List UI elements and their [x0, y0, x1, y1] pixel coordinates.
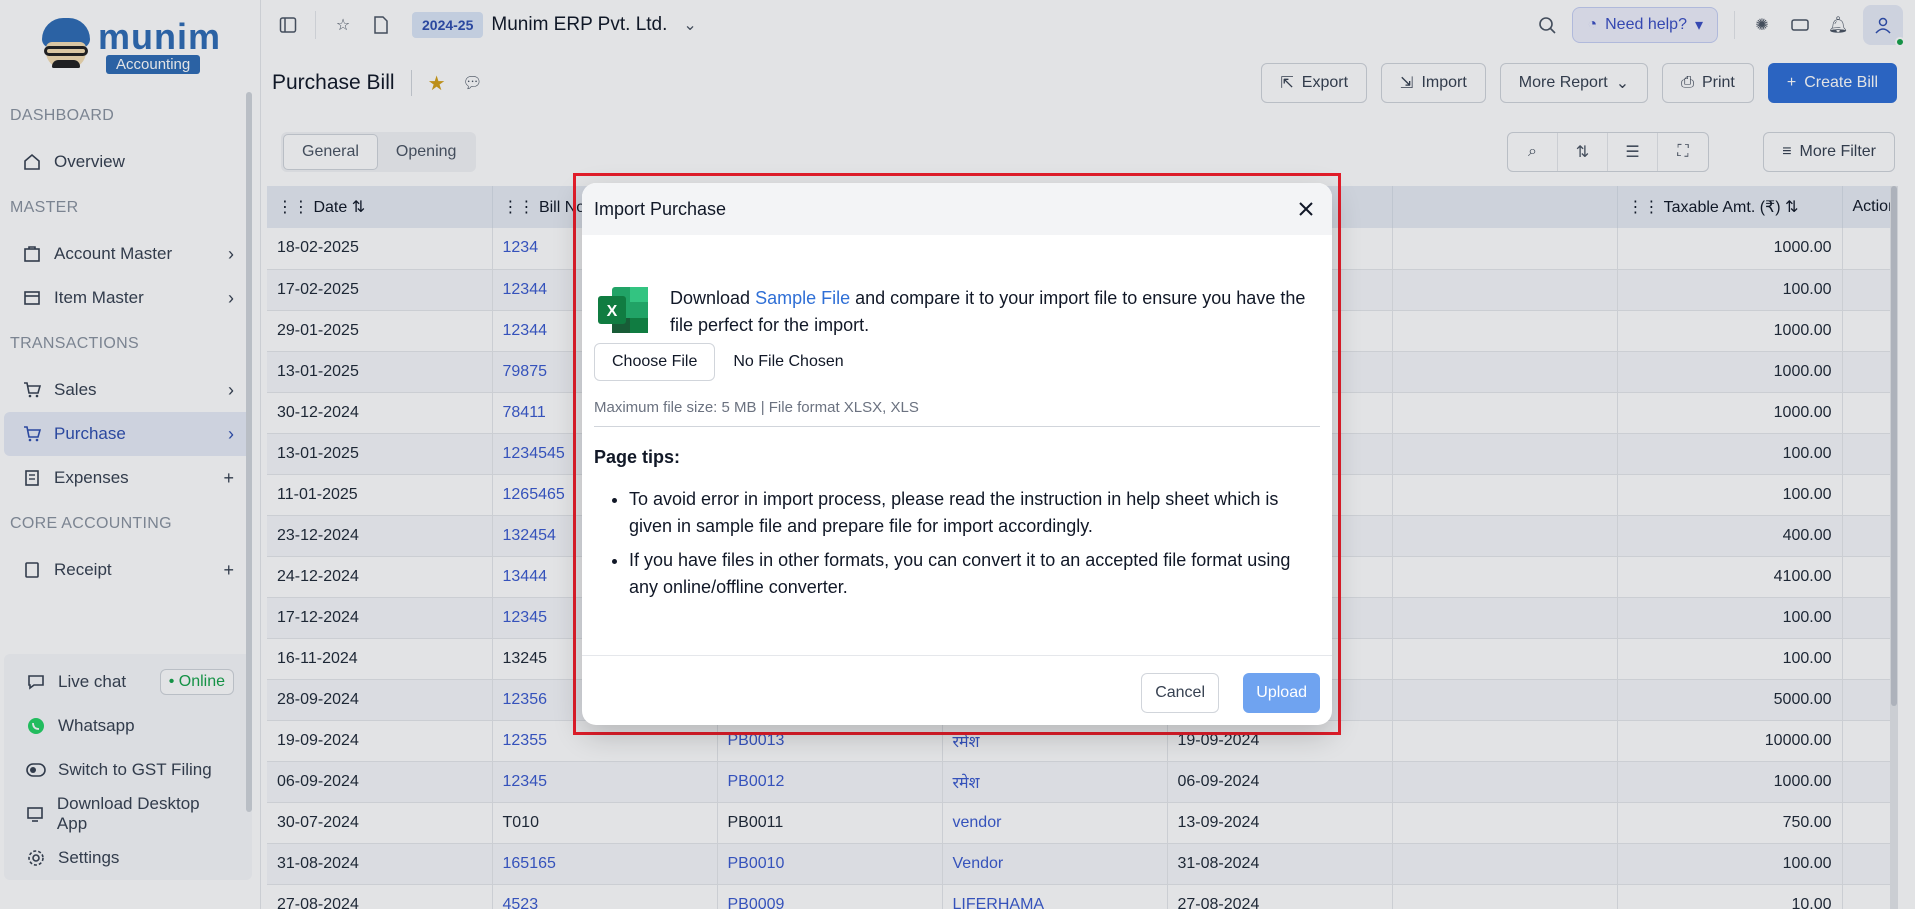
- import-purchase-modal: Import Purchase X Download Sample File a…: [582, 183, 1332, 725]
- modal-title: Import Purchase: [594, 198, 727, 219]
- svg-text:X: X: [607, 303, 618, 320]
- file-status: No File Chosen: [733, 353, 844, 370]
- modal-header: Import Purchase: [582, 183, 1332, 235]
- file-picker: Choose File No File Chosen: [594, 343, 1320, 381]
- choose-file-button[interactable]: Choose File: [594, 343, 716, 381]
- tips-title: Page tips:: [594, 447, 681, 467]
- tip-item: To avoid error in import process, please…: [629, 486, 1320, 540]
- cancel-button[interactable]: Cancel: [1141, 673, 1219, 713]
- upload-button[interactable]: Upload: [1243, 673, 1320, 713]
- download-instructions: Download Sample File and compare it to y…: [670, 285, 1320, 339]
- file-limits-note: Maximum file size: 5 MB | File format XL…: [594, 399, 1320, 427]
- close-icon[interactable]: [1294, 197, 1318, 221]
- tips-list: To avoid error in import process, please…: [594, 486, 1320, 601]
- modal-footer: Cancel Upload: [582, 655, 1332, 725]
- excel-icon: X: [598, 287, 650, 333]
- download-prefix: Download: [670, 288, 756, 308]
- sample-file-link[interactable]: Sample File: [755, 288, 850, 308]
- tip-item: If you have files in other formats, you …: [629, 547, 1320, 601]
